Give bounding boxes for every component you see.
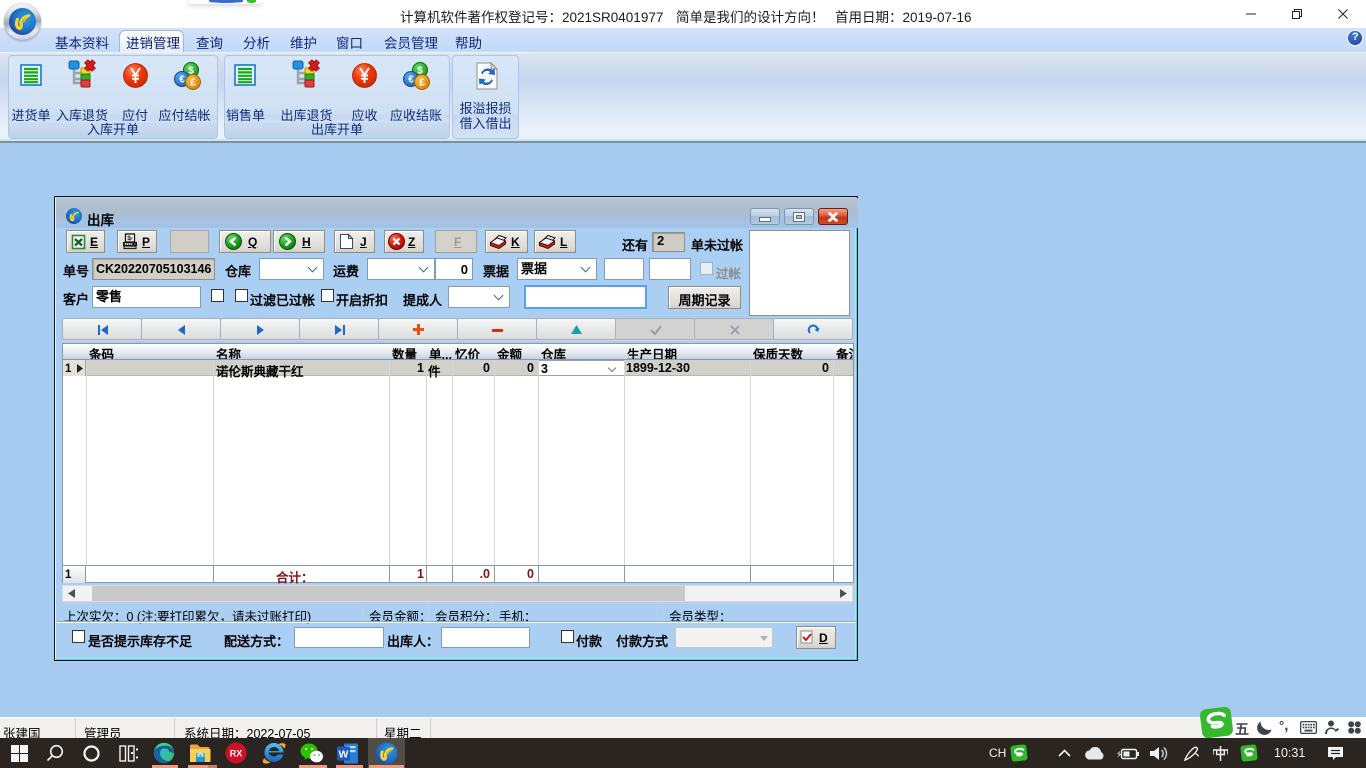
svg-text:£: £ — [190, 78, 196, 89]
svg-text:W: W — [339, 748, 349, 760]
svg-text:£: £ — [419, 78, 425, 89]
svg-text:RX: RX — [230, 749, 243, 759]
svg-text:€: € — [408, 75, 414, 86]
svg-text:€: € — [179, 75, 185, 86]
